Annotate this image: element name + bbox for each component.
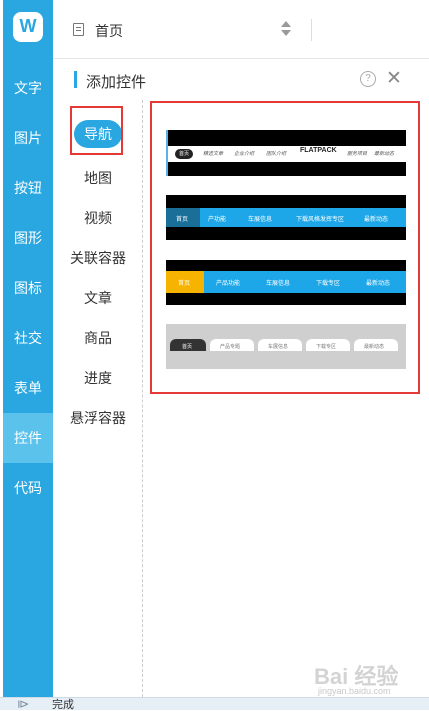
sidebar-item-image[interactable]: 图片 <box>3 113 53 163</box>
sort-arrows-icon[interactable] <box>281 21 291 37</box>
nav-item: 最新动态 <box>366 281 391 287</box>
sidebar-rail: W 文字 图片 按钮 图形 图标 社交 表单 控件 代码 <box>3 0 53 697</box>
category-divider <box>142 100 143 697</box>
status-icon: ⧐ <box>17 697 29 711</box>
highlight-box-category <box>70 106 123 155</box>
divider <box>311 19 312 41</box>
nav-widget-style-4[interactable]: 首页 产品专题 车展信息 下载专区 最新动态 <box>166 324 406 369</box>
nav-item: 车展信息 <box>266 281 291 287</box>
category-map[interactable]: 地图 <box>55 168 141 188</box>
nav-item: 产品功能 <box>216 281 241 287</box>
nav-edge <box>166 130 168 176</box>
watermark-url: jingyan.baidu.com <box>318 686 391 696</box>
category-video[interactable]: 视频 <box>55 208 141 228</box>
title-accent-bar <box>74 71 77 88</box>
nav-item: 产品专题 <box>220 344 241 350</box>
page-icon <box>73 23 84 36</box>
nav-item: 团队介绍 <box>266 151 287 157</box>
nav-brand: FLATPACK <box>300 147 337 154</box>
sidebar-item-button[interactable]: 按钮 <box>3 163 53 213</box>
category-floating-container[interactable]: 悬浮容器 <box>55 408 141 428</box>
sidebar-item-text[interactable]: 文字 <box>3 63 53 113</box>
nav-item: 服务项目 <box>347 151 368 157</box>
nav-item: 最新动态 <box>374 151 395 157</box>
nav-item: 下载专区 <box>316 344 337 350</box>
nav-item: 下载风格发挥专区 <box>296 217 345 223</box>
nav-widget-style-1[interactable]: 首页 精选文章 企业介绍 团队介绍 FLATPACK 服务项目 最新动态 <box>166 130 406 176</box>
nav-item: 精选文章 <box>203 151 224 157</box>
app-logo[interactable]: W <box>13 12 43 42</box>
sidebar-item-form[interactable]: 表单 <box>3 363 53 413</box>
sidebar-item-icon[interactable]: 图标 <box>3 263 53 313</box>
nav-item: 车展信息 <box>268 344 289 350</box>
nav-home-item: 首页 <box>176 217 189 223</box>
sidebar-item-widgets[interactable]: 控件 <box>3 413 53 463</box>
nav-widget-style-2[interactable]: 首页 产功能 车展信息 下载风格发挥专区 最新动态 <box>166 195 406 240</box>
nav-item: 产功能 <box>208 217 227 223</box>
category-linked-container[interactable]: 关联容器 <box>55 248 141 268</box>
sidebar-item-code[interactable]: 代码 <box>3 463 53 513</box>
sidebar-item-social[interactable]: 社交 <box>3 313 53 363</box>
status-text: 完成 <box>52 699 74 711</box>
nav-home-item: 首页 <box>175 149 193 159</box>
logo-letter: W <box>19 16 37 36</box>
panel-title: 添加控件 <box>86 74 147 91</box>
help-icon[interactable]: ? <box>360 71 376 87</box>
nav-widget-style-3[interactable]: 首页 产品功能 车展信息 下载专区 最新动态 <box>166 260 406 305</box>
nav-item: 车展信息 <box>248 217 273 223</box>
nav-item: 企业介绍 <box>234 151 255 157</box>
category-product[interactable]: 商品 <box>55 328 141 348</box>
nav-home-item: 首页 <box>178 281 191 287</box>
category-progress[interactable]: 进度 <box>55 368 141 388</box>
sidebar-item-shape[interactable]: 图形 <box>3 213 53 263</box>
category-article[interactable]: 文章 <box>55 288 141 308</box>
nav-item: 下载专区 <box>316 281 341 287</box>
nav-home-item: 首页 <box>182 344 193 350</box>
nav-item: 最新动态 <box>364 344 385 350</box>
page-select[interactable]: 首页 <box>95 21 123 41</box>
nav-item: 最新动态 <box>364 217 389 223</box>
close-icon[interactable]: ✕ <box>386 69 402 88</box>
page-selector-bar: 首页 <box>53 0 429 59</box>
